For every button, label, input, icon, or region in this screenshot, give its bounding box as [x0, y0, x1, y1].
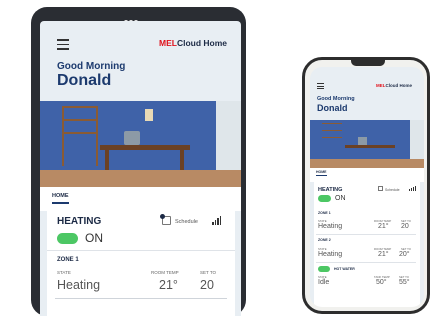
zone2-state-value: Heating — [318, 251, 343, 258]
zone1-title: ZONE 1 — [318, 211, 331, 215]
zone1-state-value: Heating — [57, 278, 101, 292]
user-name: Donald — [57, 72, 112, 89]
greeting-text: Good Morning — [57, 61, 126, 72]
hot-water-title: HOT WATER — [334, 267, 355, 271]
tab-home[interactable]: HOME — [316, 170, 327, 176]
divider — [316, 234, 416, 235]
hot-water-set-temp-value[interactable]: 55° — [399, 279, 410, 286]
tab-bar — [310, 168, 424, 182]
calendar-icon[interactable] — [378, 186, 383, 191]
heating-title: HEATING — [318, 187, 343, 193]
tab-bar — [40, 187, 241, 211]
signal-icon — [409, 186, 416, 191]
divider — [316, 262, 416, 263]
zone1-underline — [55, 298, 227, 299]
schedule-link[interactable]: Schedule — [175, 219, 198, 225]
divider — [47, 250, 235, 251]
hero-room-image — [40, 101, 241, 187]
user-name: Donald — [317, 103, 348, 113]
signal-icon — [212, 216, 221, 225]
zone1-set-to-value[interactable]: 20 — [200, 278, 214, 292]
zone2-title: ZONE 2 — [318, 238, 331, 242]
zone1-state-label: STATE — [57, 270, 71, 275]
brand-mel-text: MEL — [159, 38, 177, 48]
brand-name-text: Cloud Home — [385, 83, 413, 88]
brand-logo: MELCloud Home — [376, 83, 412, 88]
menu-icon[interactable] — [317, 83, 324, 91]
zone1-set-to-label: SET TO — [200, 270, 217, 275]
brand-mel-text: MEL — [376, 83, 386, 88]
hot-water-state-value: Idle — [318, 279, 330, 286]
zone1-room-temp-label: ROOM TEMP — [151, 270, 179, 275]
heating-state: ON — [335, 195, 346, 202]
hero-room-image — [310, 120, 424, 168]
zone1-room-temp-value: 21° — [159, 278, 178, 292]
zone1-state-value: Heating — [318, 223, 343, 230]
heating-toggle[interactable] — [57, 233, 78, 244]
info-badge-icon — [160, 214, 165, 219]
brand-name-text: Cloud Home — [176, 38, 228, 48]
zone2-room-temp-value: 21° — [378, 251, 389, 258]
brand-logo: MELCloud Home — [159, 38, 227, 48]
tablet-screen: MELCloud Home Good Morning Donald HOME H… — [40, 21, 241, 316]
menu-icon[interactable] — [57, 39, 69, 53]
hot-water-tank-temp-value: 50° — [376, 279, 387, 286]
zone2-set-to-value[interactable]: 20° — [399, 251, 410, 258]
phone-screen: MELCloud Home Good Morning Donald HOME H… — [310, 67, 424, 307]
zone1-set-to-value[interactable]: 20 — [401, 223, 409, 230]
phone-notch — [351, 60, 385, 66]
zone1-room-temp-value: 21° — [378, 223, 389, 230]
hot-water-toggle[interactable] — [318, 266, 330, 272]
tab-home[interactable]: HOME — [52, 193, 69, 204]
heating-state: ON — [85, 231, 103, 245]
camera-dots — [124, 11, 142, 24]
greeting-text: Good Morning — [317, 96, 355, 102]
heating-toggle[interactable] — [318, 195, 331, 202]
schedule-link[interactable]: Schedule — [385, 188, 400, 192]
zone1-title: ZONE 1 — [57, 257, 79, 263]
heating-title: HEATING — [57, 216, 102, 227]
